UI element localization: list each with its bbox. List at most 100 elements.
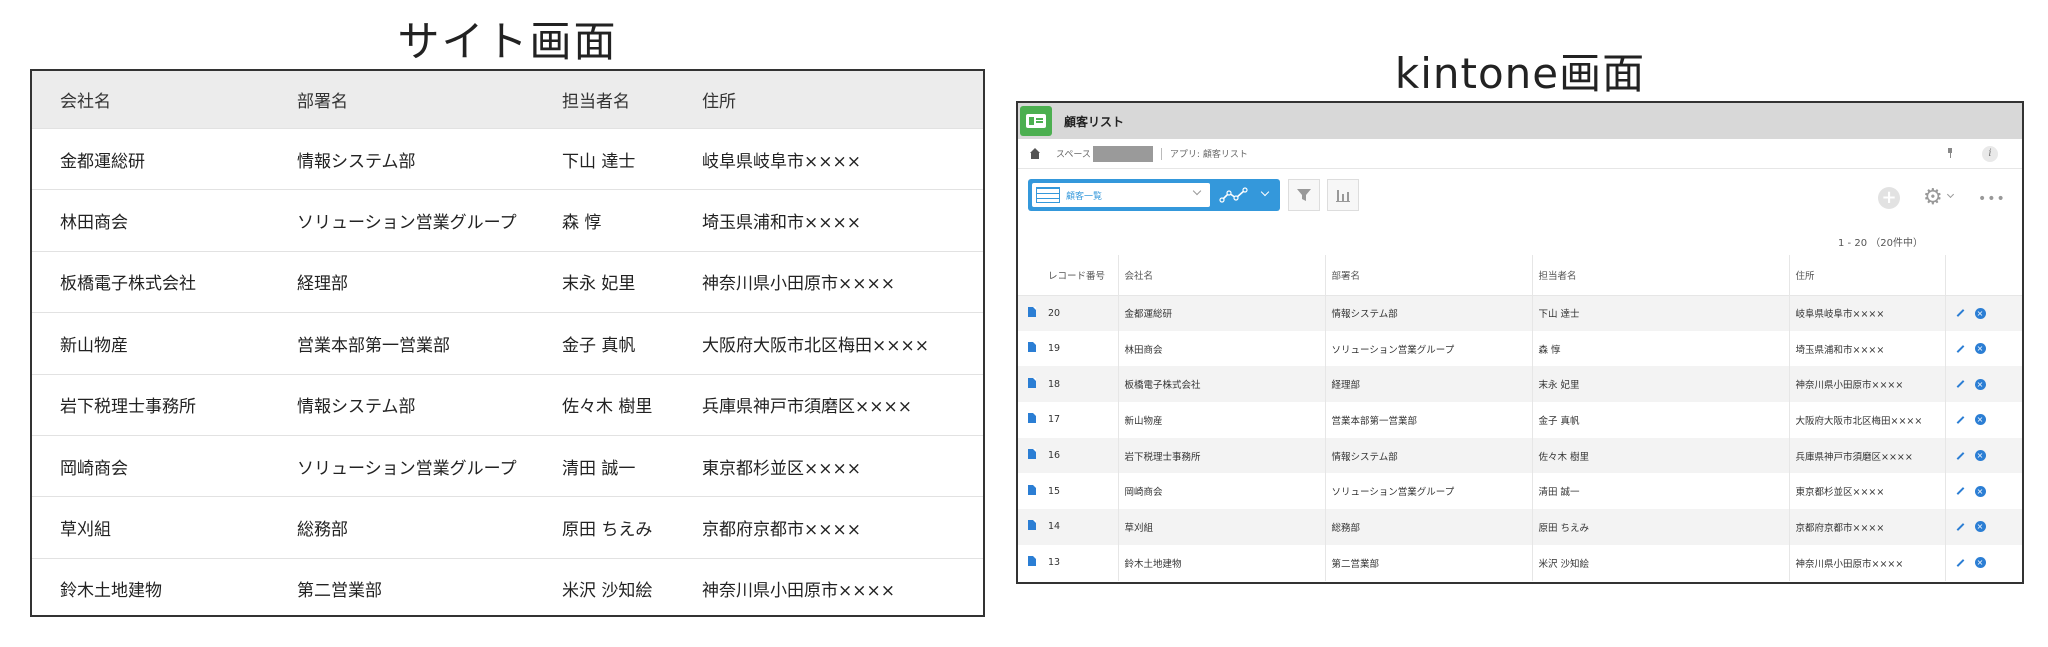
site-table-header: 会社名 部署名 担当者名 住所: [32, 71, 983, 128]
info-icon[interactable]: i: [1982, 146, 1998, 162]
edit-pencil-icon[interactable]: [1956, 380, 1964, 389]
breadcrumb-app-label[interactable]: アプリ: 顧客リスト: [1170, 147, 1248, 160]
breadcrumb: スペース アプリ: 顧客リスト i: [1018, 139, 2022, 169]
cell-record-number: 17: [1048, 414, 1061, 426]
record-list-header: レコード番号 会社名 部署名 担当者名 住所: [1018, 255, 2022, 296]
header-spacer: [1018, 255, 1042, 296]
cell-department: ソリューション営業グループ: [1324, 330, 1532, 367]
delete-icon[interactable]: ×: [1974, 378, 1986, 390]
delete-icon[interactable]: ×: [1974, 450, 1986, 462]
cell-department: 情報システム部: [1324, 437, 1532, 474]
delete-icon[interactable]: ×: [1974, 557, 1986, 569]
record-count: 1 - 20 （20件中）: [1838, 238, 1923, 249]
filter-button[interactable]: [1288, 179, 1320, 211]
home-icon[interactable]: [1028, 147, 1042, 160]
cell-contact: 森 惇: [562, 213, 602, 234]
cell-department: 総務部: [1324, 509, 1532, 545]
cell-contact: 米沢 沙知絵: [562, 581, 653, 602]
cell-department: 経理部: [1324, 366, 1532, 403]
cell-department: 情報システム部: [297, 151, 416, 172]
line-graph-icon: [1219, 187, 1248, 203]
view-selector[interactable]: 顧客一覧: [1028, 179, 1213, 211]
header-actions: [1944, 255, 2022, 296]
pin-icon[interactable]: [1948, 148, 1952, 158]
edit-pencil-icon[interactable]: [1956, 451, 1964, 460]
site-caption: サイト画面: [397, 17, 618, 66]
chart-button[interactable]: [1327, 179, 1359, 211]
header-address[interactable]: 住所: [1788, 255, 1945, 296]
cell-contact: 原田 ちえみ: [1531, 509, 1789, 545]
table-row: 板橋電子株式会社 経理部 末永 妃里 神奈川県小田原市××××: [32, 250, 983, 312]
cell-contact: 米沢 沙知絵: [1531, 544, 1789, 581]
cell-address: 兵庫県神戸市須磨区××××: [1788, 437, 1945, 474]
space-name-redacted[interactable]: [1092, 145, 1153, 162]
cell-address: 神奈川県小田原市××××: [702, 274, 895, 295]
cell-department: 経理部: [297, 274, 348, 295]
delete-icon[interactable]: ×: [1974, 521, 1986, 533]
cell-contact: 下山 達士: [562, 151, 636, 172]
cell-company: 新山物産: [1117, 402, 1325, 438]
cell-company: 林田商会: [1117, 330, 1325, 367]
edit-pencil-icon[interactable]: [1956, 487, 1964, 496]
header-record-number[interactable]: レコード番号: [1042, 255, 1118, 296]
cell-contact: 佐々木 樹里: [562, 397, 653, 418]
edit-pencil-icon[interactable]: [1956, 309, 1964, 317]
record-detail-icon[interactable]: [1028, 342, 1036, 353]
cell-department: 第二営業部: [1324, 544, 1532, 581]
cell-company: 林田商会: [60, 213, 128, 234]
table-row: 岩下税理士事務所 情報システム部 佐々木 樹里 兵庫県神戸市須磨区××××: [32, 373, 983, 435]
kintone-caption: kintone画面: [1394, 49, 1646, 98]
cell-department: 総務部: [297, 520, 348, 541]
delete-icon[interactable]: ×: [1974, 485, 1986, 497]
app-title: 顧客リスト: [1064, 114, 1125, 129]
add-record-button[interactable]: +: [1878, 187, 1900, 209]
cell-company: 新山物産: [60, 335, 128, 356]
delete-icon[interactable]: ×: [1974, 414, 1986, 426]
delete-icon[interactable]: ×: [1974, 307, 1986, 319]
site-table: 会社名 部署名 担当者名 住所 金都運総研 情報システム部 下山 達士 岐阜県岐…: [30, 69, 985, 617]
cell-department: ソリューション営業グループ: [1324, 473, 1532, 510]
header-department[interactable]: 部署名: [1324, 255, 1532, 296]
edit-pencil-icon[interactable]: [1956, 558, 1964, 567]
cell-company: 金都運総研: [1117, 295, 1325, 331]
table-row: 林田商会 ソリューション営業グループ 森 惇 埼玉県浦和市××××: [32, 189, 983, 250]
bar-chart-icon: [1336, 190, 1350, 202]
table-row: 20 金都運総研 情報システム部 下山 達士 岐阜県岐阜市×××× ×: [1018, 295, 2022, 331]
edit-pencil-icon[interactable]: [1956, 523, 1964, 531]
cell-contact: 清田 誠一: [1531, 473, 1789, 510]
cell-department: 第二営業部: [297, 581, 382, 602]
record-detail-icon[interactable]: [1028, 306, 1036, 317]
cell-contact: 下山 達士: [1531, 295, 1789, 331]
cell-address: 大阪府大阪市北区梅田××××: [702, 335, 929, 356]
cell-contact: 清田 誠一: [562, 458, 636, 479]
record-detail-icon[interactable]: [1028, 520, 1036, 531]
app-icon[interactable]: [1020, 106, 1052, 136]
cell-department: 情報システム部: [297, 397, 416, 418]
header-company[interactable]: 会社名: [1117, 255, 1325, 296]
cell-company: 岡崎商会: [60, 458, 128, 479]
edit-pencil-icon[interactable]: [1956, 344, 1964, 353]
record-detail-icon[interactable]: [1028, 449, 1036, 460]
header-contact: 担当者名: [562, 92, 630, 112]
record-detail-icon[interactable]: [1028, 413, 1036, 424]
table-row: 鈴木土地建物 第二営業部 米沢 沙知絵 神奈川県小田原市××××: [32, 557, 983, 619]
cell-company: 金都運総研: [60, 151, 145, 172]
record-detail-icon[interactable]: [1028, 556, 1036, 567]
record-detail-icon[interactable]: [1028, 484, 1036, 495]
cell-record-number: 19: [1048, 343, 1061, 355]
header-contact[interactable]: 担当者名: [1531, 255, 1789, 296]
graph-selector-button[interactable]: [1213, 179, 1280, 211]
cell-department: ソリューション営業グループ: [297, 458, 517, 479]
delete-icon[interactable]: ×: [1974, 343, 1986, 355]
edit-pencil-icon[interactable]: [1956, 416, 1964, 424]
breadcrumb-space-label[interactable]: スペース: [1056, 147, 1091, 160]
cell-company: 岡崎商会: [1117, 473, 1325, 510]
table-row: 草刈組 総務部 原田 ちえみ 京都府京都市××××: [32, 496, 983, 557]
cell-contact: 金子 真帆: [1531, 402, 1789, 438]
cell-company: 板橋電子株式会社: [60, 274, 196, 295]
cell-address: 神奈川県小田原市××××: [1788, 366, 1945, 403]
more-options-icon[interactable]: •••: [1978, 191, 2006, 207]
cell-record-number: 18: [1042, 366, 1118, 403]
record-detail-icon[interactable]: [1028, 377, 1036, 388]
gear-icon[interactable]: ⚙: [1923, 185, 1949, 211]
